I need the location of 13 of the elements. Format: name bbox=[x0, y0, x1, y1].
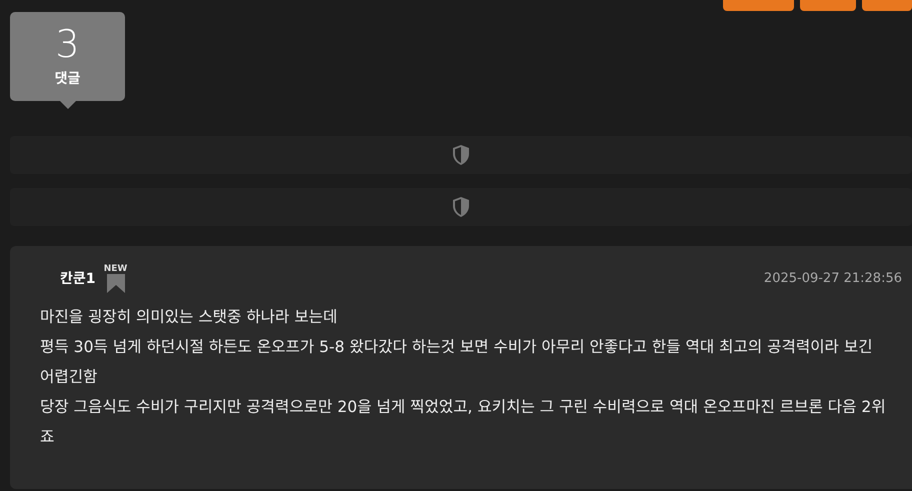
comment-text: 당장 그음식도 수비가 구리지만 공격력으로만 20을 넘게 찍었었고, 요키치는 그 구린 수비력으로 역대 온오프마진 르브론 다음 2위죠 bbox=[40, 397, 887, 448]
shield-icon bbox=[451, 144, 471, 166]
action-button[interactable] bbox=[862, 0, 912, 11]
comment-text: 평득 30득 넘게 하던시절 하든도 온오프가 5-8 왔다갔다 하는것 보면 수비가 아무리 안좋다고 한들 역대 최고의 공격력이라 보긴 어렵긴함 bbox=[40, 337, 874, 388]
comment-text: 마진을 굉장히 의미있는 스탯중 하나라 보는데 bbox=[40, 307, 338, 328]
comment-author: 칸쿤1 bbox=[60, 270, 96, 288]
comment-timestamp: 2025-09-27 21:28:56 bbox=[764, 270, 902, 286]
new-badge: NEW bbox=[104, 264, 128, 294]
shield-icon bbox=[451, 196, 471, 218]
comment-count-label: 댓글 bbox=[54, 70, 80, 88]
comment-count: 3 bbox=[55, 24, 80, 64]
action-button[interactable] bbox=[723, 0, 794, 11]
action-button[interactable] bbox=[800, 0, 856, 11]
